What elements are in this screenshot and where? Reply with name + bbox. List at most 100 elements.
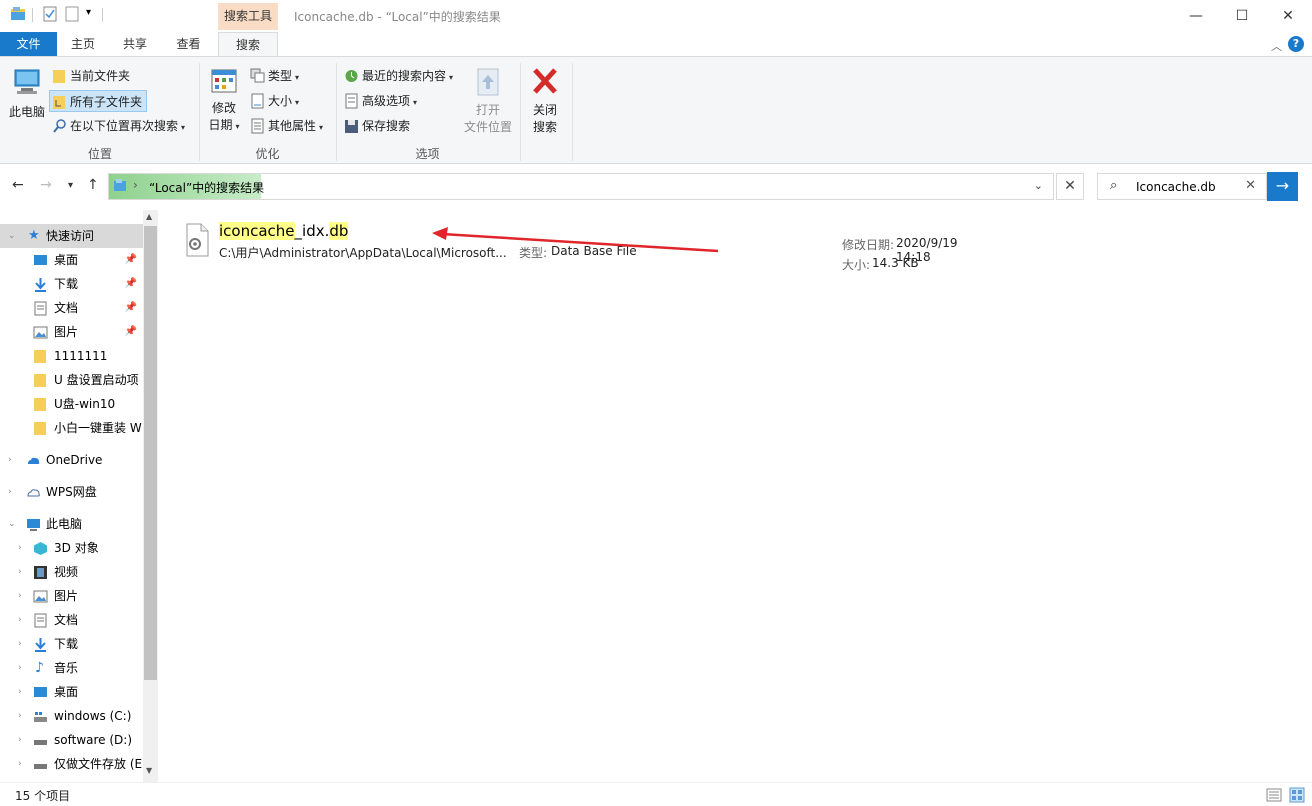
file-name[interactable]: iconcache_idx.db (219, 222, 349, 240)
expand-chevron-icon[interactable]: › (18, 632, 22, 656)
collapse-ribbon-icon[interactable]: ︿ (1271, 38, 1282, 54)
group-separator (572, 63, 573, 161)
minimize-button[interactable]: — (1173, 0, 1219, 32)
nav-item-pictures[interactable]: › 图片 (0, 584, 143, 608)
expand-chevron-icon[interactable]: › (18, 680, 22, 704)
tab-share[interactable]: 共享 (109, 32, 161, 56)
clear-search-icon[interactable]: ✕ (1245, 178, 1256, 193)
properties-icon[interactable] (42, 6, 58, 22)
open-file-location-button[interactable]: 打开 文件位置 (460, 67, 516, 136)
group-separator (336, 63, 337, 161)
search-input[interactable] (1136, 177, 1236, 197)
nav-item-3d-objects[interactable]: › 3D 对象 (0, 536, 143, 560)
expand-chevron-icon[interactable]: › (18, 560, 22, 584)
nav-wps[interactable]: › WPS网盘 (0, 480, 143, 504)
nav-item-drive-d[interactable]: › software (D:) (0, 728, 143, 752)
other-properties-button[interactable]: 其他属性 ▾ (248, 115, 323, 137)
new-folder-icon[interactable] (64, 6, 80, 22)
nav-item-downloads[interactable]: 下载 📌 (0, 272, 143, 296)
scroll-up-icon[interactable]: ▲ (146, 212, 152, 221)
nav-item-folder[interactable]: 小白一键重装 W (0, 416, 143, 440)
expand-chevron-icon[interactable]: › (8, 448, 12, 472)
pin-icon[interactable]: 📌 (125, 272, 137, 296)
search-go-button[interactable]: → (1267, 172, 1298, 201)
tab-file[interactable]: 文件 (0, 32, 57, 56)
pin-icon[interactable]: 📌 (125, 320, 137, 344)
system-file-icon (186, 223, 209, 257)
details-view-icon[interactable] (1266, 787, 1282, 803)
expand-chevron-icon[interactable]: › (18, 752, 22, 776)
nav-quick-access[interactable]: ⌄ ★ 快速访问 (0, 224, 143, 248)
nav-item-folder[interactable]: U盘-win10 (0, 392, 143, 416)
large-icons-view-icon[interactable] (1289, 787, 1305, 803)
nav-item-documents[interactable]: 文档 📌 (0, 296, 143, 320)
nav-item-folder[interactable]: 1111111 (0, 344, 143, 368)
expand-chevron-icon[interactable]: › (18, 584, 22, 608)
nav-item-drive-e[interactable]: › 仅做文件存放 (E (0, 752, 143, 776)
pin-icon[interactable]: 📌 (125, 248, 137, 272)
nav-item-folder[interactable]: U 盘设置启动项 (0, 368, 143, 392)
advanced-options-button[interactable]: 高级选项 ▾ (342, 90, 417, 112)
recent-searches-button[interactable]: 最近的搜索内容 ▾ (342, 65, 453, 87)
expand-chevron-icon[interactable]: › (18, 704, 22, 728)
save-icon (345, 120, 358, 133)
nav-item-desktop[interactable]: › 桌面 (0, 680, 143, 704)
cloud-icon (27, 489, 40, 497)
tab-home[interactable]: 主页 (57, 32, 109, 56)
nav-this-pc[interactable]: ⌄ 此电脑 (0, 512, 143, 536)
maximize-button[interactable]: ☐ (1219, 0, 1265, 32)
tab-view[interactable]: 查看 (161, 32, 216, 56)
date-modified-button[interactable]: 修改 日期 ▾ (204, 67, 244, 135)
current-folder-button[interactable]: 当前文件夹 (50, 65, 130, 87)
all-subfolders-button[interactable]: 所有子文件夹 (49, 90, 148, 112)
save-search-button[interactable]: 保存搜索 (342, 115, 410, 137)
quick-access-dropdown-icon[interactable]: ▾ (86, 7, 91, 18)
nav-item-documents[interactable]: › 文档 (0, 608, 143, 632)
search-icon: ⌕ (1110, 178, 1118, 193)
address-dropdown-icon[interactable]: ⌄ (1034, 179, 1043, 192)
computer-icon (14, 69, 40, 94)
desktop-icon (34, 255, 47, 265)
nav-item-music[interactable]: › ♪ 音乐 (0, 656, 143, 680)
nav-label: U盘-win10 (54, 397, 116, 411)
nav-item-videos[interactable]: › 视频 (0, 560, 143, 584)
nav-label: 快速访问 (46, 229, 95, 243)
size-button[interactable]: 大小 ▾ (248, 90, 299, 112)
nav-scrollbar[interactable]: ▲ ▼ (143, 210, 158, 782)
search-box[interactable]: ⌕ ✕ (1097, 173, 1267, 200)
collapse-chevron-icon[interactable]: ⌄ (8, 224, 16, 248)
address-bar[interactable]: › “Local”中的搜索结果 ⌄ (108, 173, 1054, 200)
kind-button[interactable]: 类型 ▾ (248, 65, 299, 87)
save-search-label: 保存搜索 (362, 119, 411, 133)
scroll-thumb[interactable] (144, 226, 157, 680)
breadcrumb-chevron-icon: › (133, 178, 138, 192)
pin-icon[interactable]: 📌 (125, 296, 137, 320)
close-search-button[interactable]: 关闭 搜索 (524, 67, 566, 136)
search-again-button[interactable]: 在以下位置再次搜索 ▾ (50, 115, 185, 137)
recent-locations-chevron-icon[interactable]: ▾ (68, 180, 73, 191)
up-arrow-icon[interactable]: ↑ (87, 177, 99, 193)
nav-item-desktop[interactable]: 桌面 📌 (0, 248, 143, 272)
address-path[interactable]: “Local”中的搜索结果 (149, 179, 264, 196)
tab-search[interactable]: 搜索 (218, 32, 278, 57)
expand-chevron-icon[interactable]: › (18, 608, 22, 632)
collapse-chevron-icon[interactable]: ⌄ (8, 512, 16, 536)
close-button[interactable]: ✕ (1265, 0, 1311, 32)
folder-icon (53, 70, 65, 83)
explorer-app-icon[interactable] (10, 6, 26, 22)
nav-item-downloads[interactable]: › 下载 (0, 632, 143, 656)
help-icon[interactable]: ? (1288, 36, 1304, 52)
stop-search-button[interactable]: ✕ (1056, 173, 1084, 200)
scroll-down-icon[interactable]: ▼ (146, 766, 152, 775)
expand-chevron-icon[interactable]: › (8, 480, 12, 504)
expand-chevron-icon[interactable]: › (18, 728, 22, 752)
back-arrow-icon[interactable]: ← (12, 177, 24, 193)
forward-arrow-icon[interactable]: → (40, 177, 52, 193)
expand-chevron-icon[interactable]: › (18, 536, 22, 560)
expand-chevron-icon[interactable]: › (18, 656, 22, 680)
kind-icon (250, 68, 265, 83)
this-pc-button[interactable]: 此电脑 (8, 67, 46, 121)
nav-onedrive[interactable]: › OneDrive (0, 448, 143, 472)
nav-item-drive-c[interactable]: › windows (C:) (0, 704, 143, 728)
nav-item-pictures[interactable]: 图片 📌 (0, 320, 143, 344)
